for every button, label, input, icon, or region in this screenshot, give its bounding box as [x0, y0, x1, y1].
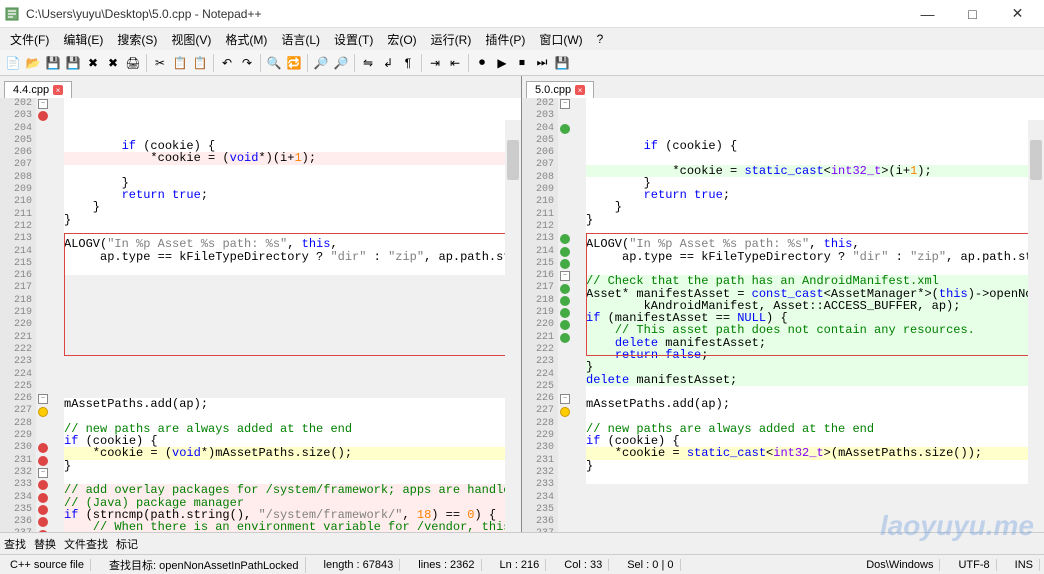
tab-close-icon[interactable]: × [575, 85, 585, 95]
status-ins: INS [1009, 559, 1040, 571]
tabbar-right: 5.0.cpp × [522, 76, 1044, 98]
record-icon[interactable]: ⏺ [473, 54, 491, 72]
menubar: 文件(F) 编辑(E) 搜索(S) 视图(V) 格式(M) 语言(L) 设置(T… [0, 28, 1044, 50]
new-icon[interactable]: 📄 [4, 54, 22, 72]
separator-icon [260, 54, 261, 72]
editor-right[interactable]: 2022032042052062072082092102112122132142… [522, 98, 1044, 532]
pane-left: 4.4.cpp × 202203204205206207208209210211… [0, 76, 522, 532]
playmulti-icon[interactable]: ⏭ [533, 54, 551, 72]
scrollbar-v[interactable] [505, 120, 521, 532]
print-icon[interactable]: 🖨 [124, 54, 142, 72]
separator-icon [213, 54, 214, 72]
status-lines: lines : 2362 [412, 559, 481, 571]
paste-icon[interactable]: 📋 [191, 54, 209, 72]
status-col: Col : 33 [558, 559, 609, 571]
menu-settings[interactable]: 设置(T) [328, 29, 379, 50]
close-icon[interactable]: ✖ [84, 54, 102, 72]
tab-label: 5.0.cpp [535, 84, 571, 96]
minimize-button[interactable]: — [905, 0, 950, 28]
toolbar: 📄 📂 💾 💾 ✖ ✖ 🖨 ✂ 📋 📋 ↶ ↷ 🔍 🔁 🔎 🔎 ⇋ ↲ ¶ ⇥ … [0, 50, 1044, 76]
menu-edit[interactable]: 编辑(E) [57, 29, 109, 50]
scrollbar-v[interactable] [1028, 120, 1044, 532]
saveall-icon[interactable]: 💾 [64, 54, 82, 72]
open-icon[interactable]: 📂 [24, 54, 42, 72]
mark-tab[interactable]: 标记 [116, 536, 138, 552]
menu-view[interactable]: 视图(V) [165, 29, 217, 50]
editor-left[interactable]: 2022032042052062072082092102112122132142… [0, 98, 521, 532]
titlebar: C:\Users\yuyu\Desktop\5.0.cpp - Notepad+… [0, 0, 1044, 28]
tab-label: 4.4.cpp [13, 84, 49, 96]
separator-icon [146, 54, 147, 72]
indent-icon[interactable]: ⇥ [426, 54, 444, 72]
menu-plugins[interactable]: 插件(P) [479, 29, 531, 50]
menu-format[interactable]: 格式(M) [219, 29, 273, 50]
undo-icon[interactable]: ↶ [218, 54, 236, 72]
status-sel: Sel : 0 | 0 [621, 559, 680, 571]
separator-icon [354, 54, 355, 72]
pane-right: 5.0.cpp × 202203204205206207208209210211… [522, 76, 1044, 532]
app-icon [4, 6, 20, 22]
unindent-icon[interactable]: ⇤ [446, 54, 464, 72]
separator-icon [421, 54, 422, 72]
status-target: 查找目标: openNonAssetInPathLocked [103, 557, 306, 573]
separator-icon [307, 54, 308, 72]
separator-icon [468, 54, 469, 72]
split-pane: 4.4.cpp × 202203204205206207208209210211… [0, 76, 1044, 532]
copy-icon[interactable]: 📋 [171, 54, 189, 72]
infiles-tab[interactable]: 文件查找 [64, 536, 108, 552]
save-icon[interactable]: 💾 [44, 54, 62, 72]
wrap-icon[interactable]: ↲ [379, 54, 397, 72]
menu-file[interactable]: 文件(F) [4, 29, 55, 50]
findbar: 查找 替换 文件查找 标记 [0, 532, 1044, 554]
close-button[interactable]: ✕ [995, 0, 1040, 28]
status-eol: Dos\Windows [860, 559, 940, 571]
tab-left[interactable]: 4.4.cpp × [4, 81, 72, 98]
menu-window[interactable]: 窗口(W) [533, 29, 588, 50]
find-icon[interactable]: 🔍 [265, 54, 283, 72]
menu-run[interactable]: 运行(R) [425, 29, 478, 50]
tab-close-icon[interactable]: × [53, 85, 63, 95]
showall-icon[interactable]: ¶ [399, 54, 417, 72]
menu-macro[interactable]: 宏(O) [381, 29, 422, 50]
zoomout-icon[interactable]: 🔎 [332, 54, 350, 72]
cut-icon[interactable]: ✂ [151, 54, 169, 72]
status-length: length : 67843 [318, 559, 401, 571]
zoomin-icon[interactable]: 🔎 [312, 54, 330, 72]
closeall-icon[interactable]: ✖ [104, 54, 122, 72]
play-icon[interactable]: ▶ [493, 54, 511, 72]
menu-help[interactable]: ? [591, 30, 610, 48]
status-ln: Ln : 216 [494, 559, 547, 571]
savemacro-icon[interactable]: 💾 [553, 54, 571, 72]
sync-icon[interactable]: ⇋ [359, 54, 377, 72]
menu-language[interactable]: 语言(L) [275, 29, 326, 50]
maximize-button[interactable]: □ [950, 0, 995, 28]
status-filetype: C++ source file [4, 559, 91, 571]
find-tab[interactable]: 查找 [4, 536, 26, 552]
stop-icon[interactable]: ⏹ [513, 54, 531, 72]
menu-search[interactable]: 搜索(S) [111, 29, 163, 50]
redo-icon[interactable]: ↷ [238, 54, 256, 72]
tab-right[interactable]: 5.0.cpp × [526, 81, 594, 98]
window-title: C:\Users\yuyu\Desktop\5.0.cpp - Notepad+… [26, 7, 905, 21]
replace-icon[interactable]: 🔁 [285, 54, 303, 72]
statusbar: C++ source file 查找目标: openNonAssetInPath… [0, 554, 1044, 574]
status-enc: UTF-8 [952, 559, 996, 571]
replace-tab[interactable]: 替换 [34, 536, 56, 552]
tabbar-left: 4.4.cpp × [0, 76, 521, 98]
